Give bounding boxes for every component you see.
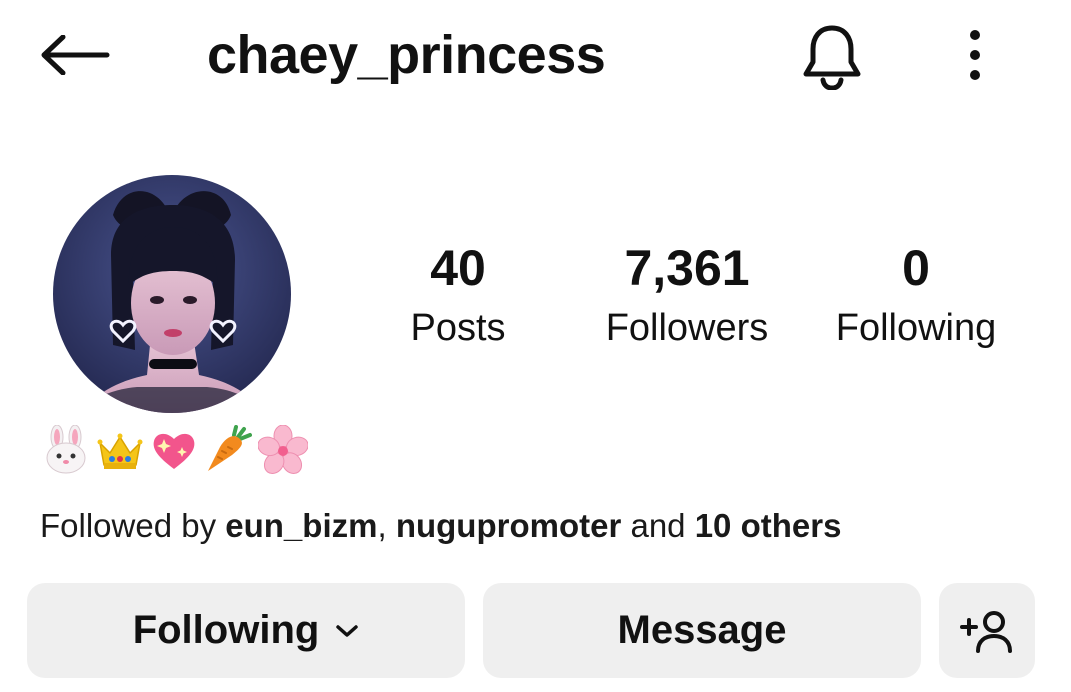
following-count: 0 (902, 240, 930, 296)
more-vertical-icon (970, 30, 980, 80)
crown-icon (97, 433, 143, 469)
following-label: Following (835, 307, 997, 349)
notifications-button[interactable] (790, 14, 874, 98)
posts-stat[interactable]: 40 Posts (388, 236, 528, 354)
following-button[interactable]: Following (27, 583, 465, 678)
carrot-icon (208, 425, 252, 471)
bell-icon (803, 25, 861, 90)
profile-avatar[interactable] (53, 175, 291, 413)
followers-label: Followers (605, 307, 769, 349)
add-user-icon (960, 610, 1012, 653)
back-button[interactable] (30, 20, 120, 90)
cherry-blossom-icon (258, 425, 308, 474)
message-button[interactable]: Message (483, 583, 921, 678)
rabbit-face-icon (46, 425, 86, 474)
followers-count: 7,361 (624, 240, 750, 296)
mutual-followers-others[interactable]: 10 others (695, 507, 842, 544)
followed-by-connector: and (621, 507, 695, 544)
followed-by-text[interactable]: Followed by eun_bizm, nugupromoter and 1… (40, 504, 841, 548)
followers-stat[interactable]: 7,361 Followers (578, 236, 796, 354)
chevron-down-icon (335, 623, 359, 639)
sparkling-heart-icon (153, 433, 195, 469)
followed-by-separator: , (377, 507, 396, 544)
followed-by-prefix: Followed by (40, 507, 226, 544)
following-button-label: Following (132, 608, 320, 652)
posts-count: 40 (430, 240, 486, 296)
mutual-follower-2[interactable]: nugupromoter (396, 507, 621, 544)
more-options-button[interactable] (945, 20, 1005, 90)
posts-label: Posts (410, 307, 506, 349)
arrow-left-icon (41, 35, 110, 75)
profile-username: chaey_princess (207, 25, 606, 85)
profile-photo (53, 175, 291, 413)
following-stat[interactable]: 0 Following (816, 236, 1016, 354)
mutual-follower-1[interactable]: eun_bizm (225, 507, 377, 544)
bio-emojis (42, 424, 308, 476)
add-user-button[interactable] (939, 583, 1035, 678)
message-button-label: Message (617, 608, 787, 652)
